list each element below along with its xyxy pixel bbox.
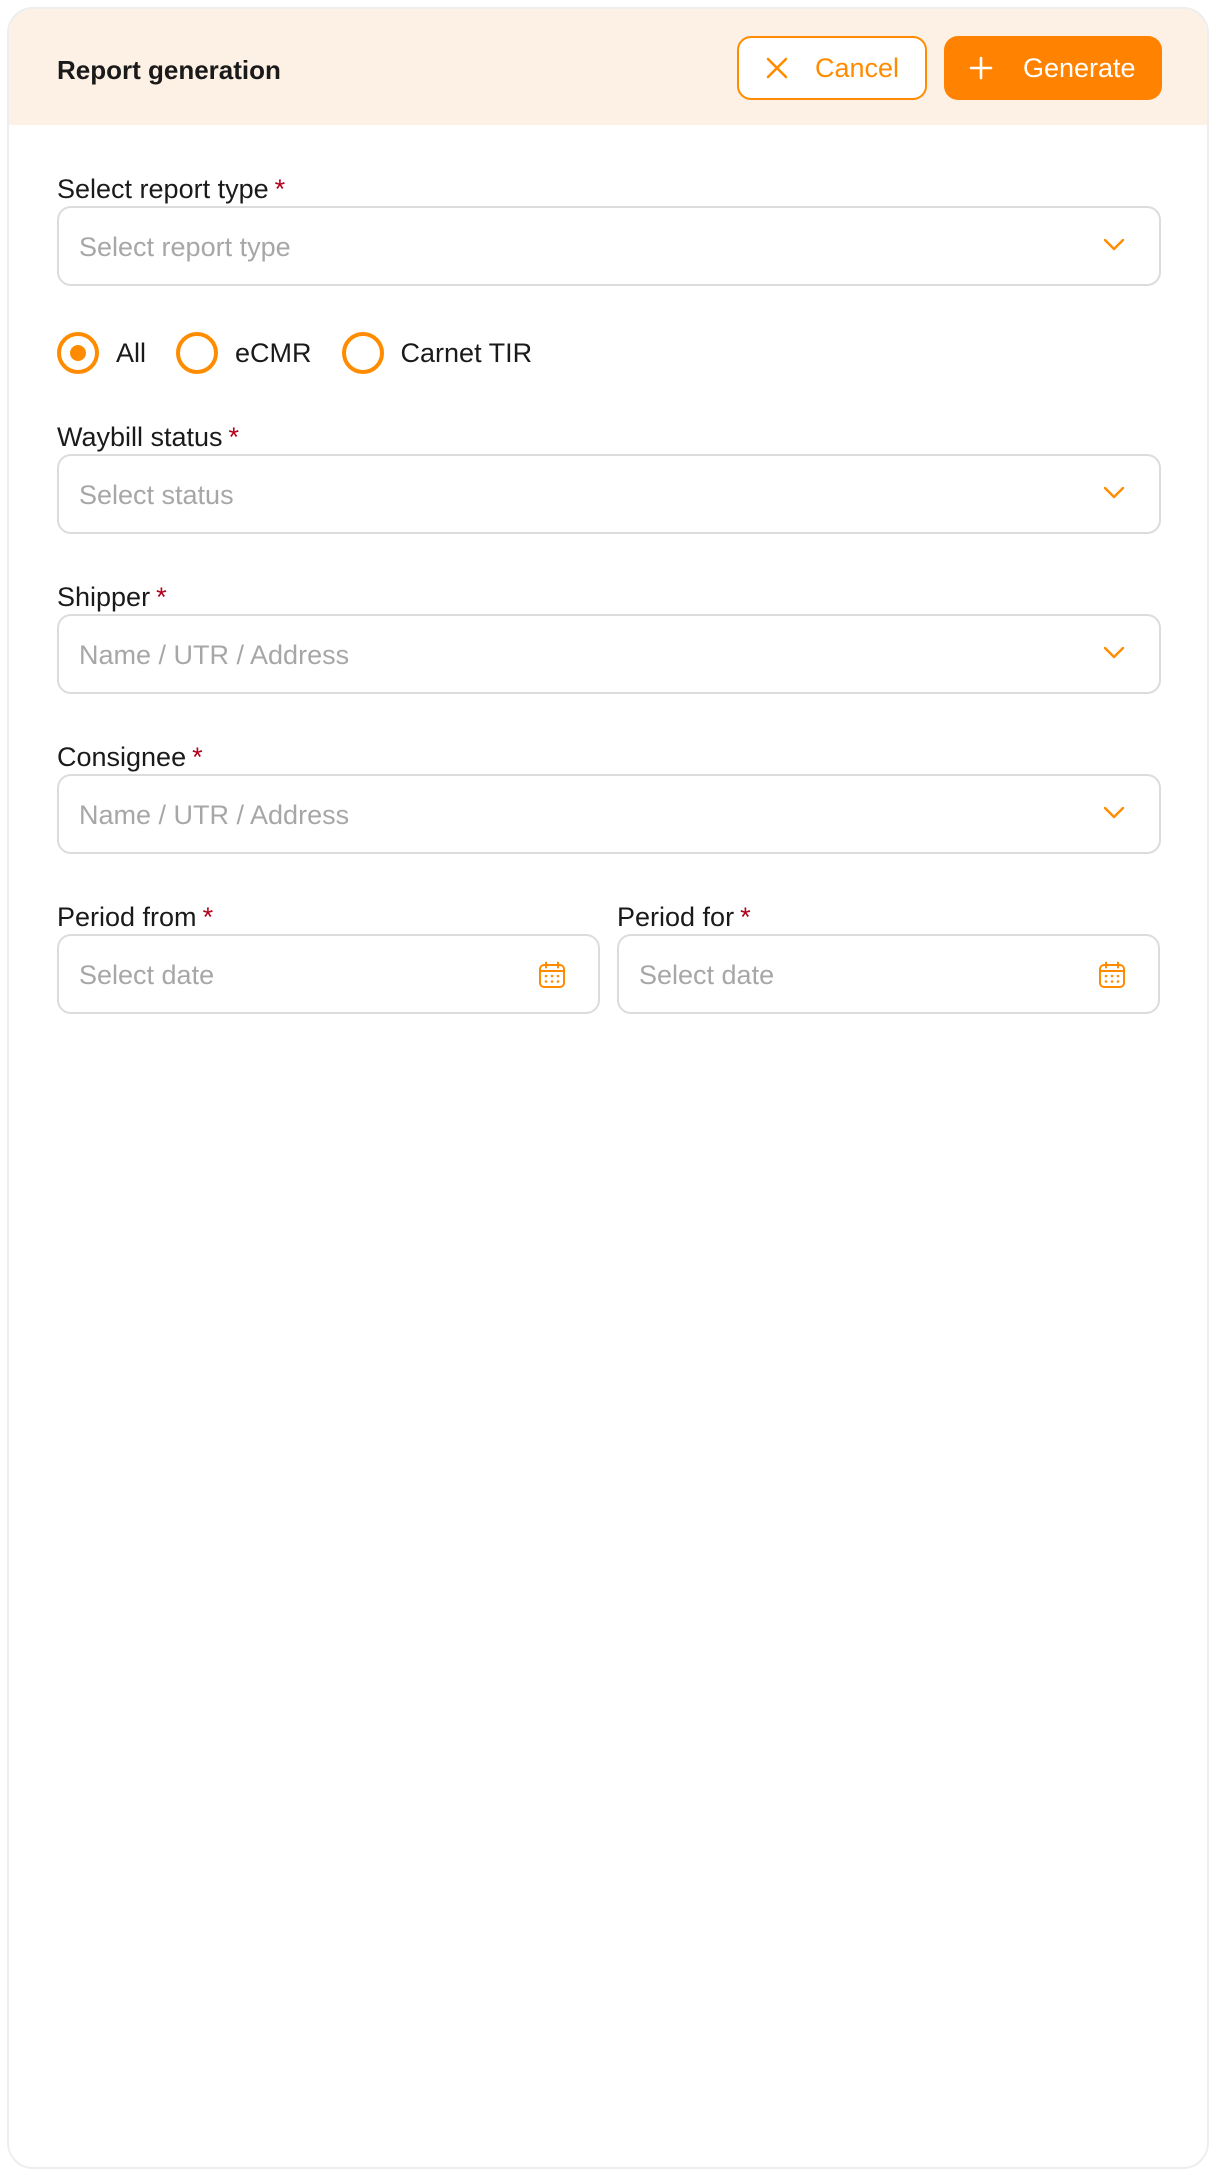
chevron-down-icon (1103, 646, 1125, 660)
period-from-label-text: Period from (57, 902, 197, 932)
report-type-label: Select report type * (57, 173, 285, 205)
waybill-status-label: Waybill status * (57, 421, 239, 453)
cancel-button[interactable]: Cancel (737, 36, 927, 100)
shipper-select[interactable]: Name / UTR / Address (57, 614, 1161, 694)
waybill-status-select[interactable]: Select status (57, 454, 1161, 534)
consignee-placeholder: Name / UTR / Address (79, 800, 350, 830)
chevron-down-icon (1103, 238, 1125, 252)
period-for-label: Period for * (617, 901, 751, 933)
radio-ecmr[interactable]: eCMR (176, 332, 312, 374)
report-type-placeholder: Select report type (79, 232, 291, 262)
required-mark: * (192, 742, 203, 772)
radio-all[interactable]: All (57, 332, 146, 374)
cancel-button-label: Cancel (815, 53, 900, 83)
required-mark: * (228, 422, 240, 452)
radio-carnet-tir-label: Carnet TIR (400, 338, 533, 368)
close-icon (765, 56, 789, 80)
panel-header: Report generation Cancel Generate (9, 9, 1207, 125)
period-for-date-input[interactable]: Select date (617, 934, 1160, 1014)
required-mark: * (202, 902, 214, 932)
chevron-down-icon (1103, 806, 1125, 820)
report-type-label-text: Select report type (57, 174, 269, 204)
period-from-label: Period from * (57, 901, 213, 933)
report-generation-panel: Report generation Cancel Generate Select… (7, 7, 1209, 2169)
period-for-placeholder: Select date (639, 960, 775, 990)
report-type-select[interactable]: Select report type (57, 206, 1161, 286)
waybill-status-placeholder: Select status (79, 480, 234, 510)
plus-icon (969, 56, 993, 80)
document-filter-radio-group: All eCMR Carnet TIR (57, 329, 562, 377)
shipper-placeholder: Name / UTR / Address (79, 640, 350, 670)
shipper-label-text: Shipper (57, 582, 151, 612)
generate-button[interactable]: Generate (944, 36, 1162, 100)
waybill-status-label-text: Waybill status (57, 422, 223, 452)
generate-button-label: Generate (1023, 53, 1136, 83)
period-from-placeholder: Select date (79, 960, 215, 990)
required-mark: * (156, 582, 167, 612)
required-mark: * (274, 174, 286, 204)
consignee-select[interactable]: Name / UTR / Address (57, 774, 1161, 854)
required-mark: * (740, 902, 751, 932)
period-from-date-input[interactable]: Select date (57, 934, 600, 1014)
calendar-icon[interactable] (1097, 960, 1127, 990)
radio-carnet-tir[interactable]: Carnet TIR (341, 332, 533, 374)
radio-all-indicator[interactable] (57, 332, 99, 374)
consignee-label-text: Consignee (57, 742, 187, 772)
shipper-label: Shipper * (57, 581, 167, 613)
radio-ecmr-indicator[interactable] (176, 332, 219, 374)
radio-ecmr-label: eCMR (235, 338, 312, 368)
page-title: Report generation (57, 55, 281, 85)
chevron-down-icon (1103, 486, 1125, 500)
period-for-label-text: Period for (617, 902, 735, 932)
radio-carnet-tir-indicator[interactable] (341, 332, 384, 374)
radio-all-label: All (116, 338, 147, 368)
consignee-label: Consignee * (57, 741, 203, 773)
calendar-icon[interactable] (537, 960, 567, 990)
